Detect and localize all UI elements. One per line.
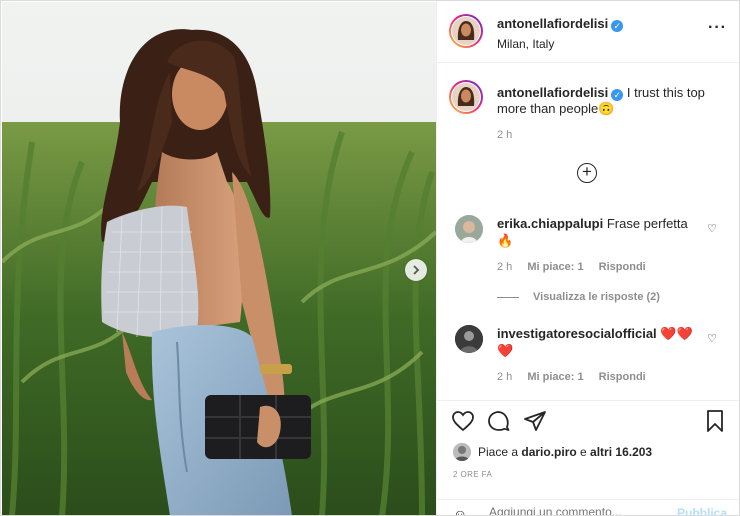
chevron-right-icon (413, 265, 420, 275)
liker-avatar[interactable] (453, 443, 471, 461)
author-username[interactable]: antonellafiordelisi (497, 16, 608, 31)
bookmark-icon[interactable] (703, 409, 727, 438)
comment-likes[interactable]: Mi piace: 1 (527, 371, 583, 383)
like-comment-heart-icon[interactable]: ♡ (707, 222, 717, 235)
plus-circle-icon[interactable]: + (577, 163, 597, 183)
avatar-photo (453, 443, 471, 461)
reply-button[interactable]: Rispondi (599, 371, 646, 383)
likes-prefix: Piace a (478, 445, 522, 459)
like-comment-heart-icon[interactable]: ♡ (707, 332, 717, 345)
heart-icon[interactable] (451, 409, 475, 438)
add-comment-bar: ☺ Pubblica (437, 499, 739, 515)
verified-badge-icon: ✓ (611, 20, 624, 32)
comment: investigatoresocialofficial ❤️❤️❤️ (497, 325, 707, 359)
likes-summary: Piace a dario.piro e altri 16.203 (453, 443, 652, 461)
post-photo[interactable] (2, 2, 436, 515)
post-image (2, 2, 436, 515)
likes-count[interactable]: altri 16.203 (590, 445, 652, 459)
comment-likes[interactable]: Mi piace: 1 (527, 261, 583, 273)
avatar-photo (455, 325, 483, 353)
avatar-photo (455, 215, 483, 243)
view-replies-button[interactable]: Visualizza le risposte (2) (497, 291, 660, 303)
post-timestamp[interactable]: 2 ORE FA (453, 470, 492, 479)
comment-username[interactable]: erika.chiappalupi (497, 216, 603, 231)
post-actions: Piace a dario.piro e altri 16.203 2 ORE … (437, 400, 739, 515)
caption: antonellafiordelisi ✓ I trust this top mo… (497, 85, 717, 117)
publish-button[interactable]: Pubblica (677, 506, 727, 515)
post-author: antonellafiordelisi ✓ Milan, Italy (497, 15, 624, 51)
verified-badge-icon: ✓ (611, 89, 624, 101)
comment-meta: 2 h Mi piace: 1 Rispondi (497, 371, 646, 383)
reply-button[interactable]: Rispondi (599, 261, 646, 273)
emoji-icon[interactable]: ☺ (453, 506, 467, 515)
view-replies-label: Visualizza le risposte (2) (533, 291, 660, 303)
liker-username[interactable]: dario.piro (521, 445, 576, 459)
comment: erika.chiappalupi Frase perfetta 🔥 (497, 215, 697, 249)
caption-age[interactable]: 2 h (497, 129, 512, 141)
comment-meta: 2 h Mi piace: 1 Rispondi (497, 261, 646, 273)
avatar-photo (452, 83, 480, 111)
divider-line (497, 296, 519, 298)
post-header: antonellafiordelisi ✓ Milan, Italy ··· (437, 1, 739, 63)
story-ring[interactable] (449, 14, 483, 48)
next-photo-button[interactable] (405, 259, 427, 281)
post-location[interactable]: Milan, Italy (497, 37, 623, 51)
share-paper-plane-icon[interactable] (523, 409, 547, 438)
avatar-photo (452, 17, 480, 45)
comment-input[interactable] (487, 504, 671, 515)
comments-list: antonellafiordelisi ✓ I trust this top mo… (437, 63, 739, 399)
comment-username[interactable]: investigatoresocialofficial (497, 326, 657, 341)
caption-username[interactable]: antonellafiordelisi (497, 85, 608, 100)
post-sidebar: antonellafiordelisi ✓ Milan, Italy ··· an… (436, 1, 739, 515)
avatar (451, 16, 481, 46)
likes-middle: e (576, 445, 591, 459)
comment-age[interactable]: 2 h (497, 371, 512, 383)
more-options-icon[interactable]: ··· (708, 19, 727, 37)
caption-story-ring[interactable] (449, 80, 483, 114)
comment-bubble-icon[interactable] (487, 409, 511, 438)
post-modal: antonellafiordelisi ✓ Milan, Italy ··· an… (0, 0, 740, 516)
commenter-avatar[interactable] (455, 325, 483, 353)
comment-age[interactable]: 2 h (497, 261, 512, 273)
commenter-avatar[interactable] (455, 215, 483, 243)
caption-avatar (451, 82, 481, 112)
